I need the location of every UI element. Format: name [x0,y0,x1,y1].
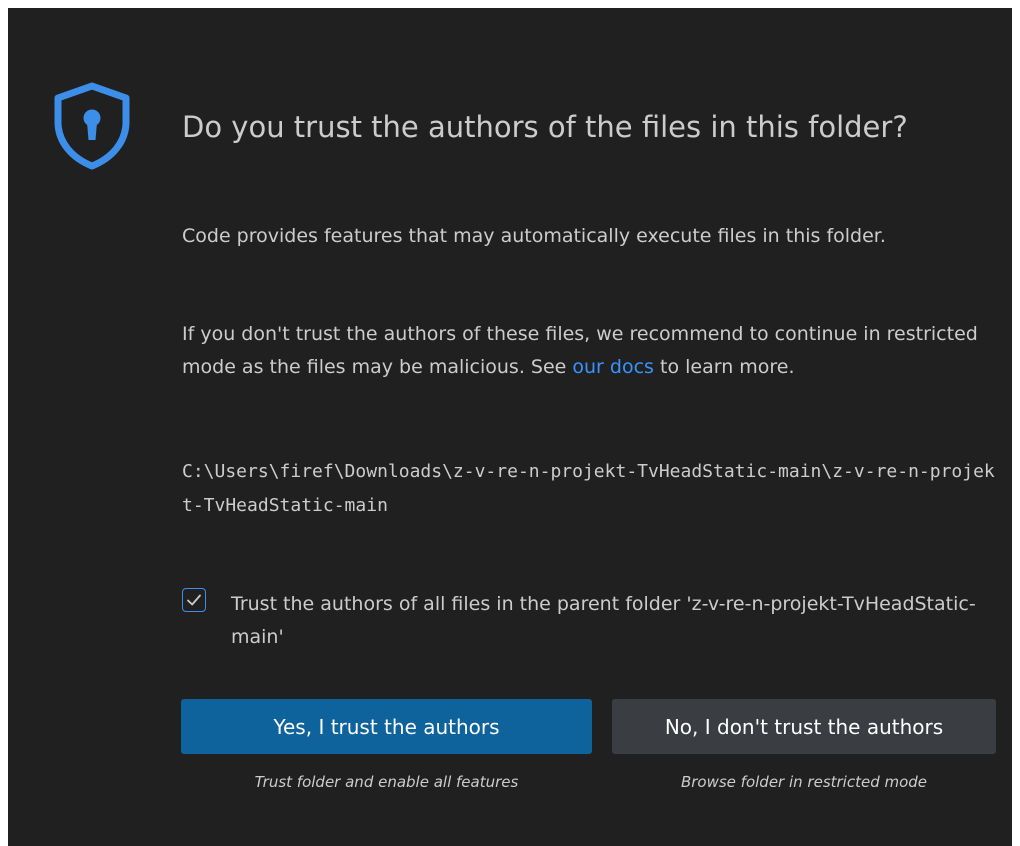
restricted-button-caption: Browse folder in restricted mode [680,773,928,791]
dialog-warning: If you don't trust the authors of these … [182,318,1002,384]
dialog-title: Do you trust the authors of the files in… [182,110,908,144]
trust-parent-label[interactable]: Trust the authors of all files in the pa… [231,588,1001,654]
shield-keyhole-icon [50,80,134,172]
folder-path: C:\Users\firef\Downloads\z-v-re-n-projek… [182,461,995,516]
trust-button-caption: Trust folder and enable all features [254,773,519,791]
checkmark-icon [187,594,201,606]
trust-authors-button[interactable]: Yes, I trust the authors [181,699,592,754]
dont-trust-authors-button[interactable]: No, I don't trust the authors [612,699,996,754]
trust-parent-checkbox[interactable] [182,588,206,612]
our-docs-link[interactable]: our docs [572,356,654,378]
dialog-description: Code provides features that may automati… [182,225,886,247]
workspace-trust-dialog: Do you trust the authors of the files in… [8,8,1012,846]
warning-text-after: to learn more. [653,356,795,378]
